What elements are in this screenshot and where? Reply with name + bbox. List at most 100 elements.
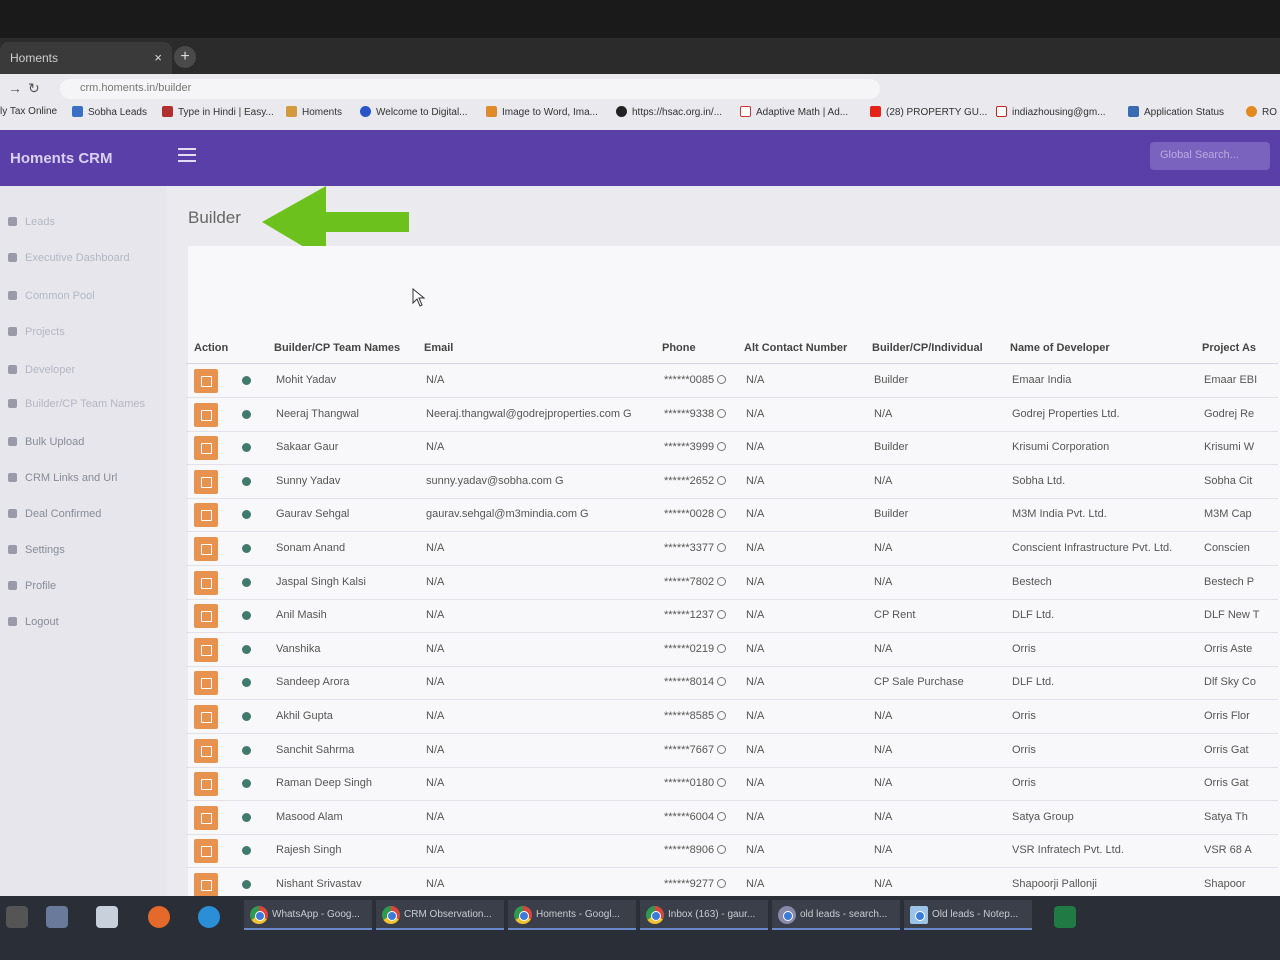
status-dot	[242, 376, 251, 385]
whatsapp-icon[interactable]	[717, 643, 727, 653]
bookmark-item[interactable]: ly Tax Online	[0, 106, 57, 117]
app-brand[interactable]: Homents CRM	[10, 150, 113, 167]
edit-button[interactable]	[194, 873, 218, 897]
sidebar-item-developer[interactable]: Developer	[8, 364, 75, 376]
start-icon[interactable]	[6, 906, 28, 928]
col-project[interactable]: Project As	[1202, 342, 1256, 354]
whatsapp-icon[interactable]	[717, 375, 727, 384]
sidebar-item-crm-links[interactable]: CRM Links and Url	[8, 472, 117, 484]
whatsapp-icon[interactable]	[717, 811, 727, 821]
bookmark-item[interactable]: (28) PROPERTY GU...	[870, 106, 987, 118]
media-player-icon[interactable]	[96, 906, 118, 928]
edge-icon[interactable]	[198, 906, 220, 928]
taskbar-app-notepad[interactable]: Old leads - Notep...	[904, 900, 1032, 930]
whatsapp-icon[interactable]	[717, 475, 727, 485]
whatsapp-icon[interactable]	[717, 576, 727, 586]
col-phone[interactable]: Phone	[662, 342, 696, 354]
sidebar-item-builder-cp-team-names[interactable]: Builder/CP Team Names	[8, 398, 145, 410]
edit-button[interactable]	[194, 805, 218, 830]
cell-name: Sakaar Gaur	[276, 441, 339, 454]
cell-project: Sobha Cit	[1204, 474, 1253, 487]
cell-name: Akhil Gupta	[276, 710, 333, 722]
sidebar-item-executive-dashboard[interactable]: Executive Dashboard	[8, 252, 130, 264]
col-email[interactable]: Email	[424, 342, 453, 354]
edit-button[interactable]	[194, 772, 218, 797]
new-tab-icon[interactable]: +	[174, 46, 196, 68]
sidebar-item-settings[interactable]: Settings	[8, 544, 65, 556]
edit-button[interactable]	[194, 570, 218, 595]
search-icon[interactable]	[46, 906, 68, 928]
bookmark-item[interactable]: Adaptive Math | Ad...	[740, 106, 848, 118]
excel-icon[interactable]	[1054, 906, 1076, 928]
sidebar-item-common-pool[interactable]: Common Pool	[8, 290, 95, 302]
edit-button[interactable]	[194, 402, 218, 427]
bookmark-item[interactable]: indiazhousing@gm...	[996, 106, 1106, 118]
whatsapp-icon[interactable]	[717, 845, 727, 855]
edit-button[interactable]	[194, 839, 218, 864]
whatsapp-icon[interactable]	[717, 509, 727, 519]
sidebar-item-deal-confirmed[interactable]: Deal Confirmed	[8, 508, 101, 520]
status-dot	[242, 577, 251, 587]
cell-alt: N/A	[746, 609, 765, 622]
taskbar-app-old-leads-search[interactable]: old leads - search...	[772, 900, 900, 930]
col-developer[interactable]: Name of Developer	[1010, 342, 1110, 354]
cell-name: Jaspal Singh Kalsi	[276, 575, 366, 588]
edit-button[interactable]	[194, 369, 218, 393]
whatsapp-icon[interactable]	[717, 543, 727, 552]
cell-name: Sanchit Sahrma	[276, 743, 355, 756]
edit-button[interactable]	[194, 671, 218, 696]
whatsapp-icon[interactable]	[717, 879, 727, 888]
firefox-icon[interactable]	[148, 906, 170, 928]
whatsapp-icon[interactable]	[717, 610, 727, 620]
browser-tab[interactable]: Homents ×	[0, 42, 172, 74]
whatsapp-icon[interactable]	[717, 442, 727, 452]
bookmark-item[interactable]: Image to Word, Ima...	[486, 106, 598, 118]
bookmark-item[interactable]: RO	[1246, 106, 1277, 118]
col-team-names[interactable]: Builder/CP Team Names	[274, 342, 400, 354]
taskbar-app-homents[interactable]: Homents - Googl...	[508, 900, 636, 930]
cell-phone: ******9338	[664, 408, 727, 420]
bookmark-item[interactable]: Welcome to Digital...	[360, 106, 468, 118]
menu-icon[interactable]	[178, 148, 196, 162]
edit-button[interactable]	[194, 604, 218, 629]
cell-name: Sandeep Arora	[276, 676, 350, 689]
global-search-input[interactable]: Global Search...	[1150, 142, 1270, 170]
sidebar-item-leads[interactable]: Leads	[8, 216, 55, 228]
page-title: Builder	[188, 208, 241, 227]
cell-phone: ******7802	[664, 576, 727, 588]
sidebar-item-logout[interactable]: Logout	[8, 616, 59, 628]
col-type[interactable]: Builder/CP/Individual	[872, 342, 983, 354]
cell-email: N/A	[426, 878, 445, 890]
bookmark-item[interactable]: https://hsac.org.in/...	[616, 106, 722, 118]
edit-button[interactable]	[194, 637, 218, 662]
forward-icon[interactable]: →	[8, 80, 22, 96]
bookmark-item[interactable]: Application Status	[1128, 106, 1224, 118]
sidebar-item-bulk-upload[interactable]: Bulk Upload	[8, 436, 84, 448]
edit-button[interactable]	[194, 705, 218, 729]
whatsapp-icon[interactable]	[717, 711, 727, 720]
edit-button[interactable]	[194, 537, 218, 561]
whatsapp-icon[interactable]	[717, 744, 727, 754]
edit-button[interactable]	[194, 436, 218, 461]
bookmark-item[interactable]: Homents	[286, 106, 342, 118]
edit-button[interactable]	[194, 738, 218, 763]
col-action[interactable]: Action	[194, 342, 228, 354]
taskbar-app-inbox[interactable]: Inbox (163) - gaur...	[640, 900, 768, 930]
close-tab-icon[interactable]: ×	[154, 50, 162, 65]
bookmark-item[interactable]: Sobha Leads	[72, 106, 147, 118]
sidebar-item-projects[interactable]: Projects	[8, 326, 65, 338]
address-bar[interactable]: crm.homents.in/builder	[60, 79, 880, 99]
whatsapp-icon[interactable]	[717, 677, 727, 687]
edit-button[interactable]	[194, 469, 218, 494]
bookmark-item[interactable]: Type in Hindi | Easy...	[162, 106, 274, 118]
reload-icon[interactable]: ↻	[28, 80, 40, 97]
taskbar-app-crm-observation[interactable]: CRM Observation...	[376, 900, 504, 930]
col-alt-contact[interactable]: Alt Contact Number	[744, 342, 847, 354]
whatsapp-icon[interactable]	[717, 408, 727, 418]
edit-button[interactable]	[194, 503, 218, 528]
cell-email: N/A	[426, 676, 445, 689]
cell-project: Satya Th	[1204, 810, 1248, 823]
whatsapp-icon[interactable]	[717, 778, 727, 788]
sidebar-item-profile[interactable]: Profile	[8, 580, 56, 592]
taskbar-app-whatsapp[interactable]: WhatsApp - Goog...	[244, 900, 372, 930]
